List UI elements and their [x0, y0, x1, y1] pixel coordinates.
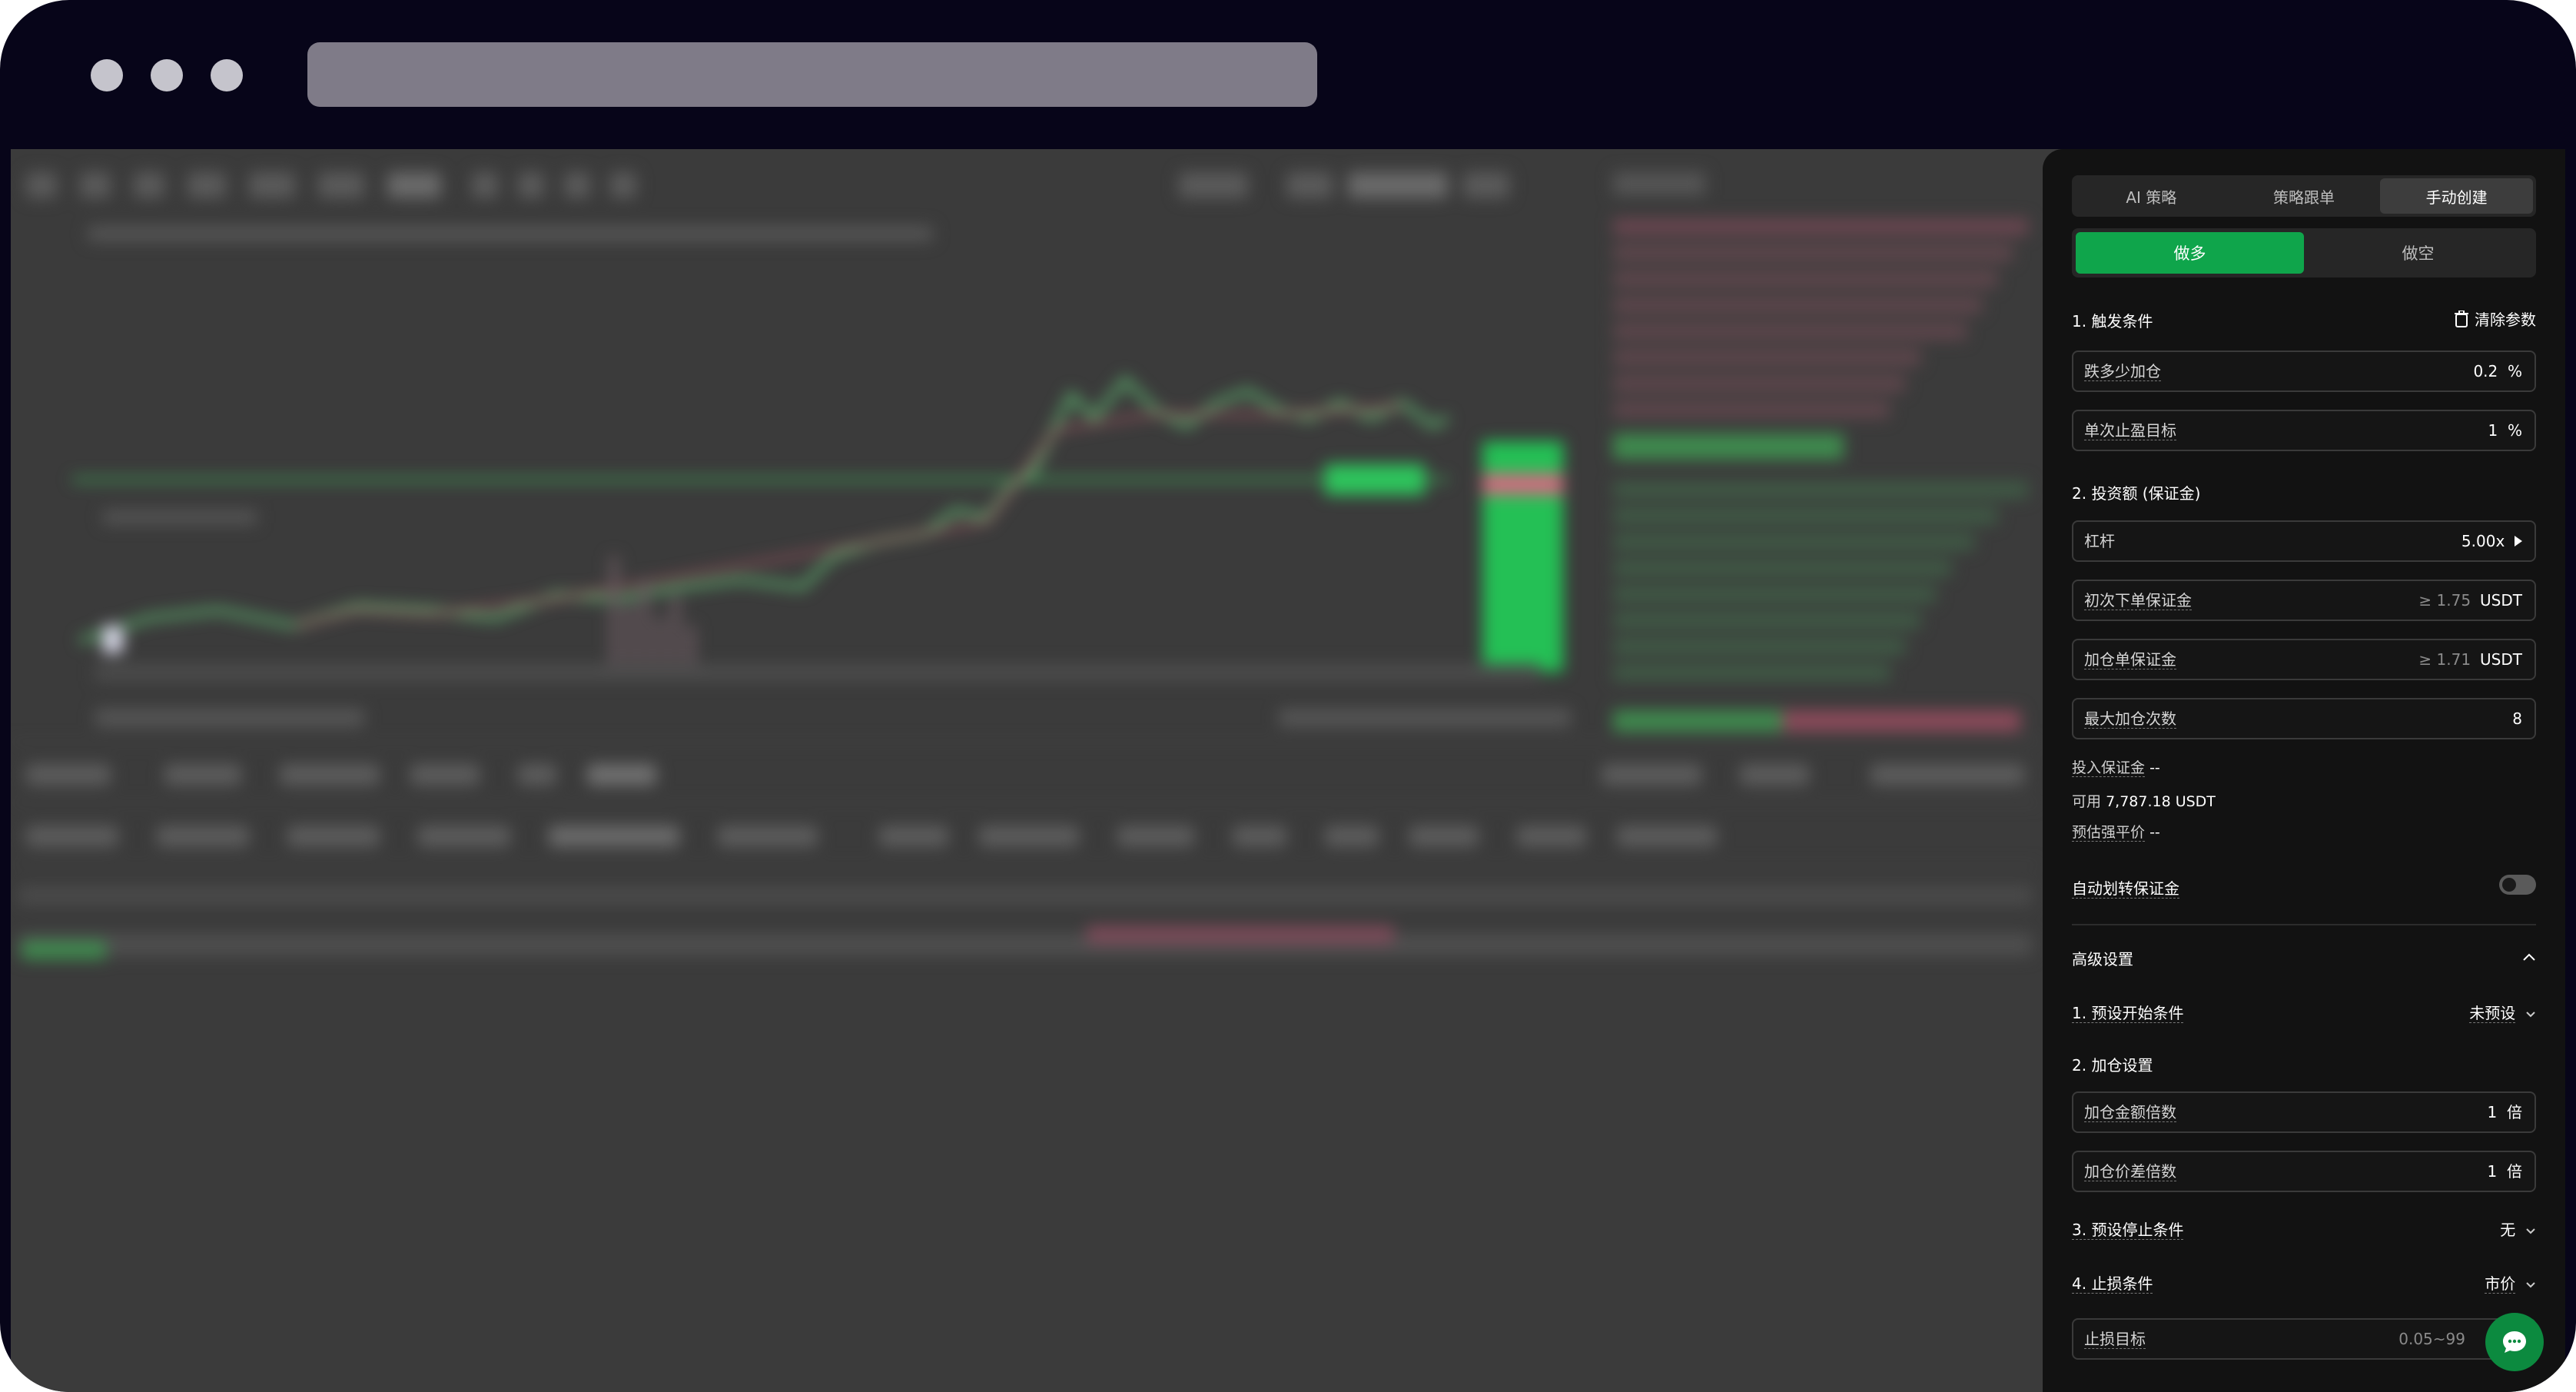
initial-margin-unit: USDT [2480, 591, 2522, 610]
chevron-right-icon [2515, 536, 2522, 547]
preset-start-row[interactable]: 1. 预设开始条件 未预设 [2072, 1001, 2536, 1023]
add-margin-hint: ≥ 1.71 [2418, 650, 2471, 669]
window-close-dot[interactable] [91, 59, 123, 91]
window-minimize-dot[interactable] [151, 59, 183, 91]
drop-add-value: 0.2 [2473, 362, 2498, 380]
tab-ai-strategy[interactable]: AI 策略 [2075, 178, 2228, 214]
preset-start-value: 未预设 [2469, 1004, 2516, 1023]
invest-margin-label: 投入保证金 [2072, 759, 2146, 777]
stop-loss-condition-row[interactable]: 4. 止损条件 市价 [2072, 1271, 2536, 1294]
add-margin-value-wrap: ≥ 1.71 USDT [2418, 650, 2522, 669]
window-maximize-dot[interactable] [211, 59, 243, 91]
auto-transfer-row: 自动划转保证金 [2072, 876, 2536, 899]
trash-icon [2455, 310, 2468, 327]
take-profit-value: 1 [2488, 421, 2498, 440]
blurred-backdrop [11, 149, 2040, 1392]
strategy-panel: AI 策略 策略跟单 手动创建 做多 做空 1. 触发条件 清除参数 跌多少加仓… [2043, 149, 2565, 1392]
chevron-down-icon [2526, 1282, 2535, 1288]
add-price-multiplier-label: 加仓价差倍数 [2084, 1162, 2176, 1181]
add-amount-multiplier-field[interactable]: 加仓金额倍数 1 倍 [2072, 1091, 2536, 1133]
auto-transfer-label: 自动划转保证金 [2072, 879, 2179, 899]
add-amount-multiplier-label: 加仓金额倍数 [2084, 1103, 2176, 1122]
add-price-multiplier-value: 1 [2487, 1162, 2498, 1181]
chart-toolbar-blurred [26, 172, 1563, 198]
add-price-multiplier-unit: 倍 [2507, 1162, 2522, 1181]
long-button[interactable]: 做多 [2076, 232, 2304, 274]
short-button[interactable]: 做空 [2304, 232, 2532, 274]
preset-stop-row[interactable]: 3. 预设停止条件 无 [2072, 1218, 2536, 1240]
trading-app: AI 策略 策略跟单 手动创建 做多 做空 1. 触发条件 清除参数 跌多少加仓… [11, 149, 2565, 1392]
liq-price-value: -- [2149, 824, 2160, 841]
initial-margin-value-wrap: ≥ 1.75 USDT [2418, 591, 2522, 610]
chevron-down-icon [2526, 1228, 2535, 1234]
chat-icon [2503, 1331, 2526, 1353]
liq-price-label: 预估强平价 [2072, 824, 2146, 842]
available-info: 可用 7,787.18 USDT [2072, 790, 2216, 811]
max-add-times-value: 8 [2512, 709, 2522, 728]
drop-add-unit: % [2507, 362, 2522, 380]
stop-loss-target-field[interactable]: 止损目标 0.05~99 [2072, 1318, 2536, 1360]
invest-margin-info: 投入保证金 -- [2072, 756, 2160, 777]
advanced-chevron-wrap [2522, 947, 2536, 965]
address-bar[interactable] [307, 42, 1317, 107]
take-profit-field[interactable]: 单次止盈目标 1 % [2072, 410, 2536, 451]
invest-margin-value: -- [2149, 759, 2160, 776]
clear-params-label: 清除参数 [2475, 311, 2536, 329]
stop-loss-condition-label: 4. 止损条件 [2072, 1274, 2153, 1294]
add-margin-field[interactable]: 加仓单保证金 ≥ 1.71 USDT [2072, 639, 2536, 680]
stop-loss-target-placeholder: 0.05~99 [2398, 1330, 2465, 1348]
chevron-down-icon [2526, 1012, 2535, 1018]
leverage-field[interactable]: 杠杆 5.00x [2072, 520, 2536, 562]
liq-price-info: 预估强平价 -- [2072, 821, 2160, 842]
chevron-up-icon [2523, 953, 2535, 961]
take-profit-unit: % [2507, 421, 2522, 440]
add-margin-unit: USDT [2480, 650, 2522, 669]
max-add-times-field[interactable]: 最大加仓次数 8 [2072, 698, 2536, 739]
drop-add-field[interactable]: 跌多少加仓 0.2 % [2072, 350, 2536, 392]
leverage-value-wrap: 5.00x [2461, 532, 2522, 550]
auto-transfer-toggle[interactable] [2499, 875, 2536, 895]
mode-tabs: AI 策略 策略跟单 手动创建 [2072, 175, 2536, 217]
advanced-settings-label: 高级设置 [2072, 950, 2133, 968]
stop-loss-condition-value-wrap: 市价 [2485, 1271, 2536, 1294]
add-settings-title: 2. 加仓设置 [2072, 1056, 2153, 1075]
add-price-multiplier-field[interactable]: 加仓价差倍数 1 倍 [2072, 1151, 2536, 1192]
add-amount-multiplier-unit: 倍 [2507, 1103, 2522, 1121]
direction-toggle: 做多 做空 [2072, 228, 2536, 277]
preset-stop-label: 3. 预设停止条件 [2072, 1221, 2184, 1240]
stop-loss-condition-value: 市价 [2485, 1274, 2516, 1294]
max-add-times-label: 最大加仓次数 [2084, 709, 2176, 729]
add-margin-label: 加仓单保证金 [2084, 650, 2176, 669]
preset-start-label: 1. 预设开始条件 [2072, 1004, 2184, 1023]
available-label: 可用 [2072, 793, 2102, 810]
advanced-settings-header[interactable]: 高级设置 [2072, 947, 2536, 969]
chat-support-button[interactable] [2485, 1313, 2544, 1371]
section-invest-title: 2. 投资额 (保证金) [2072, 484, 2201, 503]
leverage-value: 5.00x [2461, 532, 2505, 550]
drop-add-value-wrap: 0.2 % [2473, 362, 2522, 380]
tab-manual-create[interactable]: 手动创建 [2380, 178, 2534, 214]
initial-margin-label: 初次下单保证金 [2084, 591, 2192, 610]
add-price-multiplier-value-wrap: 1 倍 [2488, 1162, 2522, 1181]
take-profit-label: 单次止盈目标 [2084, 421, 2176, 440]
add-amount-multiplier-value: 1 [2487, 1103, 2498, 1121]
window-controls [91, 59, 243, 91]
browser-window: AI 策略 策略跟单 手动创建 做多 做空 1. 触发条件 清除参数 跌多少加仓… [0, 0, 2576, 1392]
preset-stop-value-wrap: 无 [2500, 1218, 2536, 1240]
clear-params-button[interactable]: 清除参数 [2455, 307, 2536, 330]
initial-margin-hint: ≥ 1.75 [2418, 591, 2471, 610]
stop-loss-target-label: 止损目标 [2084, 1330, 2146, 1349]
leverage-label: 杠杆 [2084, 532, 2115, 550]
preset-stop-value: 无 [2500, 1221, 2516, 1239]
tab-copy-strategy[interactable]: 策略跟单 [2228, 178, 2381, 214]
take-profit-value-wrap: 1 % [2488, 421, 2522, 440]
drop-add-label: 跌多少加仓 [2084, 362, 2161, 381]
preset-start-value-wrap: 未预设 [2469, 1001, 2536, 1023]
volume-chart-blurred [103, 510, 695, 679]
initial-margin-field[interactable]: 初次下单保证金 ≥ 1.75 USDT [2072, 580, 2536, 621]
available-value: 7,787.18 USDT [2106, 793, 2216, 810]
add-amount-multiplier-value-wrap: 1 倍 [2488, 1103, 2522, 1121]
section-trigger-title: 1. 触发条件 [2072, 312, 2153, 331]
divider [2072, 924, 2536, 925]
